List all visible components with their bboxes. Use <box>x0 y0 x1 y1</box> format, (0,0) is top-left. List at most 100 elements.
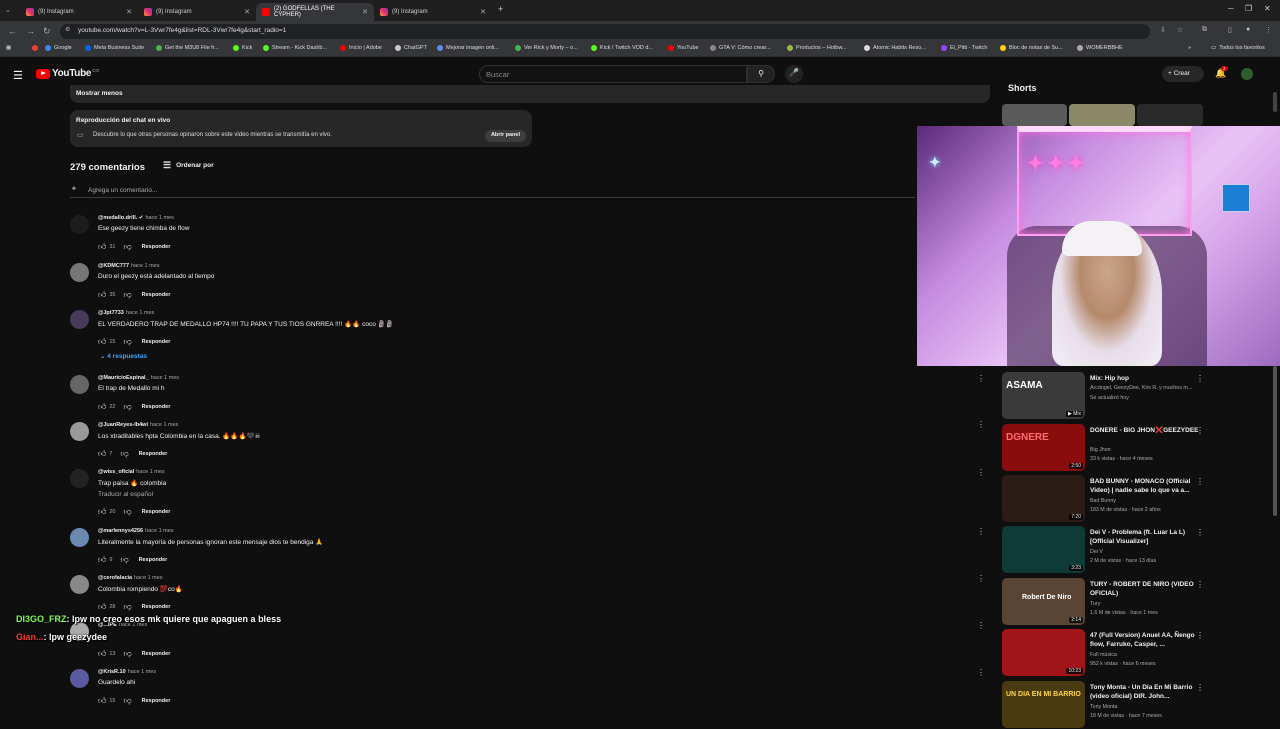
menu-kebab-icon[interactable]: ⋮ <box>1265 26 1272 34</box>
sidepanel-icon[interactable]: ▯ <box>1228 26 1232 34</box>
video-title[interactable]: TURY - ROBERT DE NIRO (VIDEO OFICIAL) <box>1090 580 1202 598</box>
bookmark-bloc[interactable]: Bloc de notas de Su... <box>1000 45 1063 51</box>
reply-button[interactable]: Responder <box>142 509 171 515</box>
avatar[interactable] <box>70 263 89 282</box>
reply-button[interactable]: Responder <box>142 292 171 298</box>
avatar[interactable] <box>70 215 89 234</box>
dislike-icon[interactable]: 👎︎ <box>124 242 132 252</box>
open-panel-button[interactable]: Abrir panel <box>484 130 526 142</box>
sort-button[interactable]: ☰ Ordenar por <box>163 160 214 171</box>
reply-button[interactable]: Responder <box>139 451 168 457</box>
bookmark-youtube[interactable]: YouTube <box>668 45 699 51</box>
browser-tab-4[interactable]: (9) Instagram ✕ <box>374 3 492 21</box>
recommended-video[interactable]: Robert De Niro 2:14 TURY - ROBERT DE NIRO… <box>1002 578 1204 626</box>
dislike-icon[interactable]: 👎︎ <box>124 507 132 517</box>
bookmark-m3u8[interactable]: Get the M3U8 File fr... <box>156 45 219 51</box>
comment-time[interactable]: hace 1 mes <box>150 422 178 428</box>
like-icon[interactable]: 👍︎ <box>98 337 106 347</box>
video-channel[interactable]: Tony Monta <box>1090 704 1202 710</box>
avatar[interactable] <box>70 669 89 688</box>
new-tab-button[interactable]: + <box>498 4 503 14</box>
view-replies-button[interactable]: ⌄ 4 respuestas <box>100 352 147 360</box>
more-icon[interactable]: ⋮ <box>1196 580 1204 589</box>
sidebar-scrollbar[interactable] <box>1273 92 1277 112</box>
comment-author[interactable]: @Jpt7733 <box>98 310 124 316</box>
more-icon[interactable]: ⋮ <box>1196 683 1204 692</box>
video-thumbnail[interactable]: Robert De Niro 2:14 <box>1002 578 1085 625</box>
comment-author[interactable]: @medallo.drill. <box>98 215 137 221</box>
comment-time[interactable]: hace 1 mes <box>128 669 156 675</box>
reply-button[interactable]: Responder <box>142 698 171 704</box>
video-title[interactable]: 47 (Full Version) Anuel AA, Ñengo flow, … <box>1090 631 1202 649</box>
short-thumbnail[interactable] <box>1069 104 1135 126</box>
dislike-icon[interactable]: 👎︎ <box>124 649 132 659</box>
extensions-icon[interactable]: ⧉ <box>1202 26 1207 34</box>
reply-button[interactable]: Responder <box>142 651 171 657</box>
reply-button[interactable]: Responder <box>142 404 171 410</box>
apps-icon[interactable]: ▦ <box>6 45 11 51</box>
video-thumbnail[interactable]: DGNERE 2:50 <box>1002 424 1085 471</box>
translate-link[interactable]: Traducir al español <box>98 491 153 498</box>
install-icon[interactable]: ⇩ <box>1160 26 1166 34</box>
reply-button[interactable]: Responder <box>142 604 171 610</box>
video-channel[interactable]: Arcángel, GeezyDee, Kris R. y muchos m..… <box>1090 385 1202 391</box>
all-bookmarks[interactable]: ▭ Todos los favoritos <box>1211 45 1265 51</box>
search-button[interactable]: ⚲ <box>747 65 775 83</box>
like-icon[interactable]: 👍︎ <box>98 555 106 565</box>
video-title[interactable]: Mix: Hip hop <box>1090 374 1202 383</box>
voice-search-button[interactable]: 🎤 <box>785 65 803 83</box>
avatar[interactable] <box>70 575 89 594</box>
star-icon[interactable]: ☆ <box>1177 26 1183 34</box>
dislike-icon[interactable]: 👎︎ <box>124 337 132 347</box>
comment-author[interactable]: @MauricioEspinal_ <box>98 375 149 381</box>
bookmarks-overflow-icon[interactable]: » <box>1188 45 1191 51</box>
comment-time[interactable]: hace 1 mes <box>134 575 162 581</box>
bookmark-google[interactable]: Google <box>45 45 72 51</box>
comment-author[interactable]: @wiss_oficial <box>98 469 134 475</box>
video-channel[interactable]: Dei V <box>1090 549 1202 555</box>
avatar[interactable] <box>70 469 89 488</box>
more-icon[interactable]: ⋮ <box>1196 426 1204 435</box>
site-info-icon[interactable]: ⚙ <box>65 26 70 33</box>
recommended-video[interactable]: ASAMA ▶ Mix Mix: Hip hop Arcángel, GeezyD… <box>1002 372 1204 420</box>
search-input[interactable]: Buscar <box>479 65 747 83</box>
page-scrollbar[interactable] <box>1273 366 1277 516</box>
comment-time[interactable]: hace 1 mes <box>131 263 159 269</box>
show-less-button[interactable]: Mostrar menos <box>76 90 123 97</box>
video-thumbnail[interactable]: 7:20 <box>1002 475 1085 522</box>
bookmark-vod[interactable]: Kick / Twitch VOD d... <box>591 45 653 51</box>
bookmark-twitch[interactable]: El_Pitti - Twitch <box>941 45 988 51</box>
video-title[interactable]: BAD BUNNY - MONACO (Official Video) | na… <box>1090 477 1202 495</box>
more-icon[interactable]: ⋮ <box>1196 477 1204 486</box>
like-icon[interactable]: 👍︎ <box>98 602 106 612</box>
kebab-icon[interactable]: ⋮ <box>977 468 985 477</box>
kebab-icon[interactable]: ⋮ <box>977 374 985 383</box>
forward-icon[interactable]: → <box>26 26 35 36</box>
video-thumbnail[interactable]: 10:23 <box>1002 629 1085 676</box>
more-icon[interactable]: ⋮ <box>1196 374 1204 383</box>
bookmark-1[interactable] <box>32 45 41 51</box>
comment-time[interactable]: hace 1 mes <box>126 310 154 316</box>
bookmark-womer[interactable]: WOMERBBHE <box>1077 45 1123 51</box>
recommended-video[interactable]: DGNERE 2:50 DGNERE - BIG JHON❌GEEZYDEE Bi… <box>1002 424 1204 472</box>
reply-button[interactable]: Responder <box>142 339 171 345</box>
dislike-icon[interactable]: 👎︎ <box>124 696 132 706</box>
comment-author[interactable]: @cerofalacia <box>98 575 132 581</box>
dislike-icon[interactable]: 👎︎ <box>124 290 132 300</box>
bookmark-productos[interactable]: Productos – Hotbw... <box>787 45 847 51</box>
bookmark-mejorar[interactable]: Mejorar imagen onli... <box>437 45 499 51</box>
create-button[interactable]: + Crear <box>1162 66 1204 82</box>
comment-time[interactable]: hace 1 mes <box>145 528 173 534</box>
avatar[interactable] <box>70 528 89 547</box>
browser-tab-2[interactable]: (9) Instagram ✕ <box>138 3 256 21</box>
comment-author[interactable]: @marlennys4256 <box>98 528 143 534</box>
video-channel[interactable]: Full música <box>1090 652 1202 658</box>
dislike-icon[interactable]: 👎︎ <box>120 449 128 459</box>
browser-tab-3[interactable]: (2) GODFELLAS (THE CYPHER) ✕ <box>256 3 374 21</box>
recommended-video[interactable]: 3:23 Dei V - Problema (ft. Luar La L) [O… <box>1002 526 1204 574</box>
bookmark-rick[interactable]: Ver Rick y Morty – o... <box>515 45 578 51</box>
video-title[interactable]: Tony Monta - Un Dia En Mi Barrio (video … <box>1090 683 1202 701</box>
kebab-icon[interactable]: ⋮ <box>977 621 985 630</box>
like-icon[interactable]: 👍︎ <box>98 290 106 300</box>
bookmark-atomic[interactable]: Atomic Habits Reso... <box>864 45 926 51</box>
